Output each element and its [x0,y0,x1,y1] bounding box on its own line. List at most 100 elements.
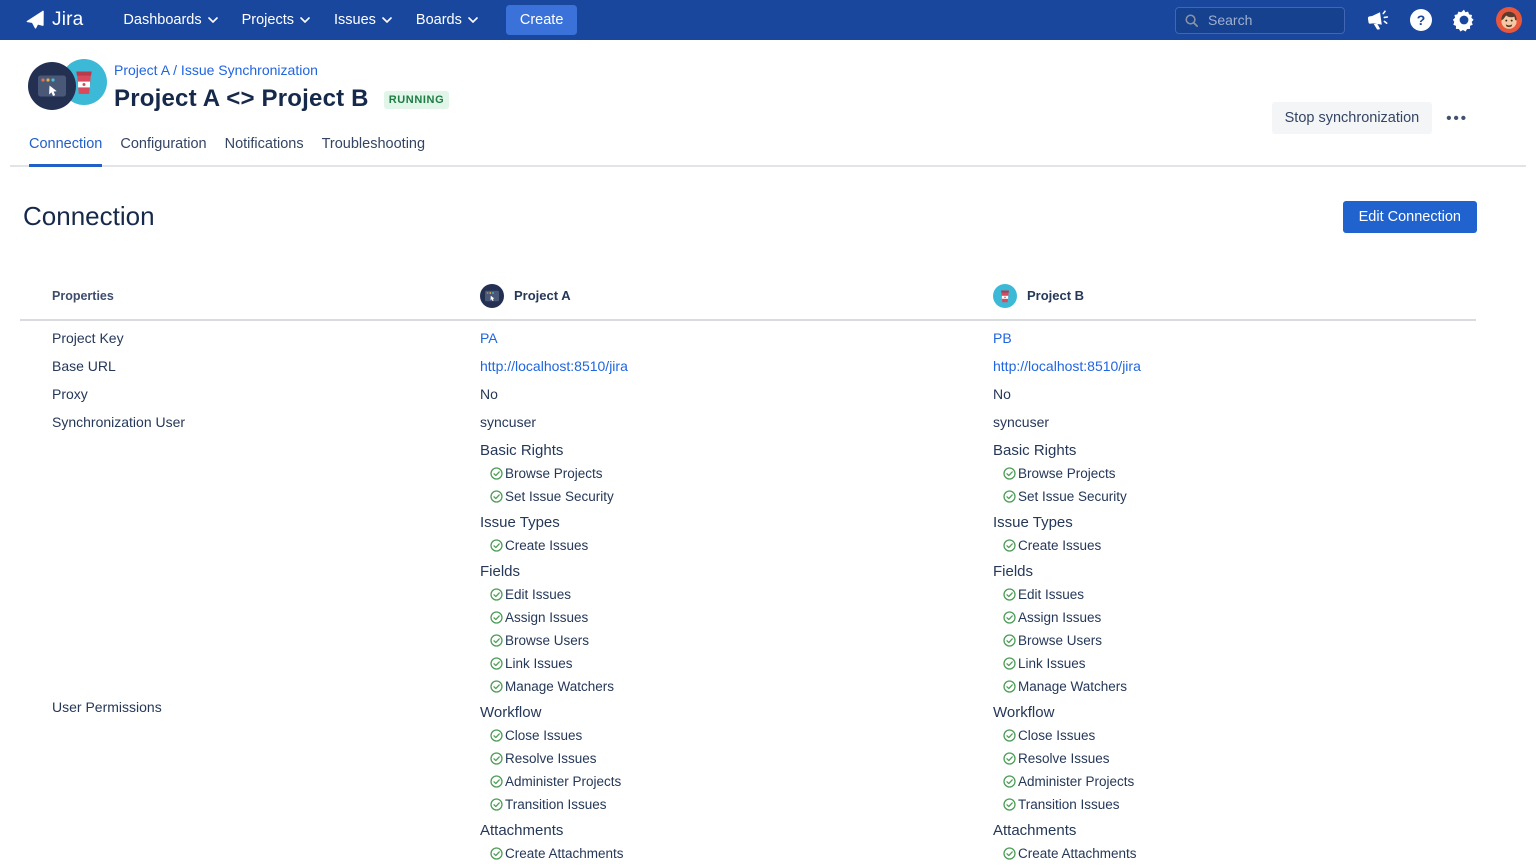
user-avatar [1496,7,1522,33]
permission-item: Transition Issues [480,793,993,816]
check-icon [490,588,503,601]
check-icon [1003,775,1016,788]
permission-group: WorkflowClose IssuesResolve IssuesAdmini… [480,701,993,816]
navbar-search[interactable] [1175,7,1345,34]
permission-item: Resolve Issues [993,747,1476,770]
project-a-column-header: Project A [480,284,993,308]
permission-item: Browse Users [480,629,993,652]
nav-boards[interactable]: Boards [416,12,478,28]
project-b-value[interactable]: PB [993,330,1012,346]
nav-issues[interactable]: Issues [334,12,392,28]
project-a-value[interactable]: PA [480,330,498,346]
create-button[interactable]: Create [506,5,578,35]
permission-item: Browse Projects [993,462,1476,485]
permission-item: Create Issues [993,534,1476,557]
tab-configuration[interactable]: Configuration [120,136,206,167]
tab-connection[interactable]: Connection [29,136,102,167]
check-icon [1003,611,1016,624]
project-a-avatar [28,62,76,115]
search-input[interactable] [1206,11,1326,29]
user-avatar-button[interactable] [1496,7,1522,33]
check-icon [490,847,503,860]
permission-item-label: Assign Issues [505,610,588,625]
permission-item-label: Browse Users [505,633,589,648]
check-icon [1003,847,1016,860]
project-a-value: No [480,386,498,402]
megaphone-icon [1363,6,1391,34]
project-b-value: No [993,386,1011,402]
project-a-column-label: Project A [514,288,571,303]
permission-group-title: Basic Rights [480,439,993,462]
check-icon [1003,798,1016,811]
nav-dashboards[interactable]: Dashboards [123,12,217,28]
permission-item-label: Assign Issues [1018,610,1101,625]
permission-group-title: Basic Rights [993,439,1476,462]
permission-item-label: Administer Projects [1018,774,1134,789]
permission-item: Close Issues [480,724,993,747]
permission-group: WorkflowClose IssuesResolve IssuesAdmini… [993,701,1476,816]
permission-item: Set Issue Security [480,485,993,508]
permission-item-label: Link Issues [505,656,573,671]
permission-item: Edit Issues [993,583,1476,606]
jira-logo-text: Jira [52,9,83,31]
more-actions-button[interactable]: ••• [1444,106,1470,131]
permission-item: Transition Issues [993,793,1476,816]
connection-avatars [28,61,110,111]
property-label: Proxy [20,380,480,408]
announcement-button[interactable] [1365,8,1390,33]
page-title: Project A <> Project B [114,85,369,113]
permission-item: Resolve Issues [480,747,993,770]
check-icon [490,775,503,788]
permission-item: Assign Issues [993,606,1476,629]
properties-column-header: Properties [20,289,480,303]
status-badge: RUNNING [384,91,450,109]
project-a-avatar-small [480,284,504,308]
help-icon: ? [1410,9,1432,31]
ellipsis-icon: ••• [1446,110,1468,127]
check-icon [490,729,503,742]
property-rows: Project KeyPAPBBase URLhttp://localhost:… [20,324,1476,436]
tab-notifications[interactable]: Notifications [225,136,304,167]
nav-dashboards-label: Dashboards [123,12,201,28]
check-icon [490,467,503,480]
help-button[interactable]: ? [1410,9,1432,31]
permission-item-label: Link Issues [1018,656,1086,671]
permission-item-label: Create Issues [505,538,588,553]
edit-connection-button[interactable]: Edit Connection [1343,201,1477,233]
nav-projects-label: Projects [242,12,294,28]
chevron-down-icon [468,17,478,23]
check-icon [1003,490,1016,503]
permission-item-label: Close Issues [505,728,582,743]
tab-troubleshooting[interactable]: Troubleshooting [322,136,425,167]
permission-group-title: Workflow [480,701,993,724]
breadcrumb[interactable]: Project A / Issue Synchronization [114,62,318,78]
settings-button[interactable] [1452,8,1476,32]
permission-item-label: Create Attachments [505,846,624,861]
permission-item: Close Issues [993,724,1476,747]
check-icon [1003,729,1016,742]
check-icon [1003,539,1016,552]
project-b-avatar-small [993,284,1017,308]
project-a-permissions: Basic RightsBrowse ProjectsSet Issue Sec… [480,436,993,865]
check-icon [1003,467,1016,480]
connection-table: Properties Project A [20,284,1476,865]
permission-item-label: Manage Watchers [505,679,614,694]
permission-item-label: Set Issue Security [505,489,614,504]
jira-logo-icon [24,9,47,32]
stop-synchronization-button[interactable]: Stop synchronization [1272,102,1433,134]
permission-item: Manage Watchers [993,675,1476,698]
nav-projects[interactable]: Projects [242,12,310,28]
project-b-value[interactable]: http://localhost:8510/jira [993,358,1141,374]
project-b-value: syncuser [993,414,1049,430]
connection-section-title: Connection [23,201,155,232]
permission-item: Administer Projects [993,770,1476,793]
permission-group-title: Attachments [993,819,1476,842]
property-row: ProxyNoNo [20,380,1476,408]
check-icon [1003,634,1016,647]
permission-group: Basic RightsBrowse ProjectsSet Issue Sec… [993,439,1476,508]
project-a-value[interactable]: http://localhost:8510/jira [480,358,628,374]
property-label: Project Key [20,324,480,352]
project-b-permissions: Basic RightsBrowse ProjectsSet Issue Sec… [993,436,1476,865]
jira-logo[interactable]: Jira [24,9,83,32]
check-icon [490,798,503,811]
